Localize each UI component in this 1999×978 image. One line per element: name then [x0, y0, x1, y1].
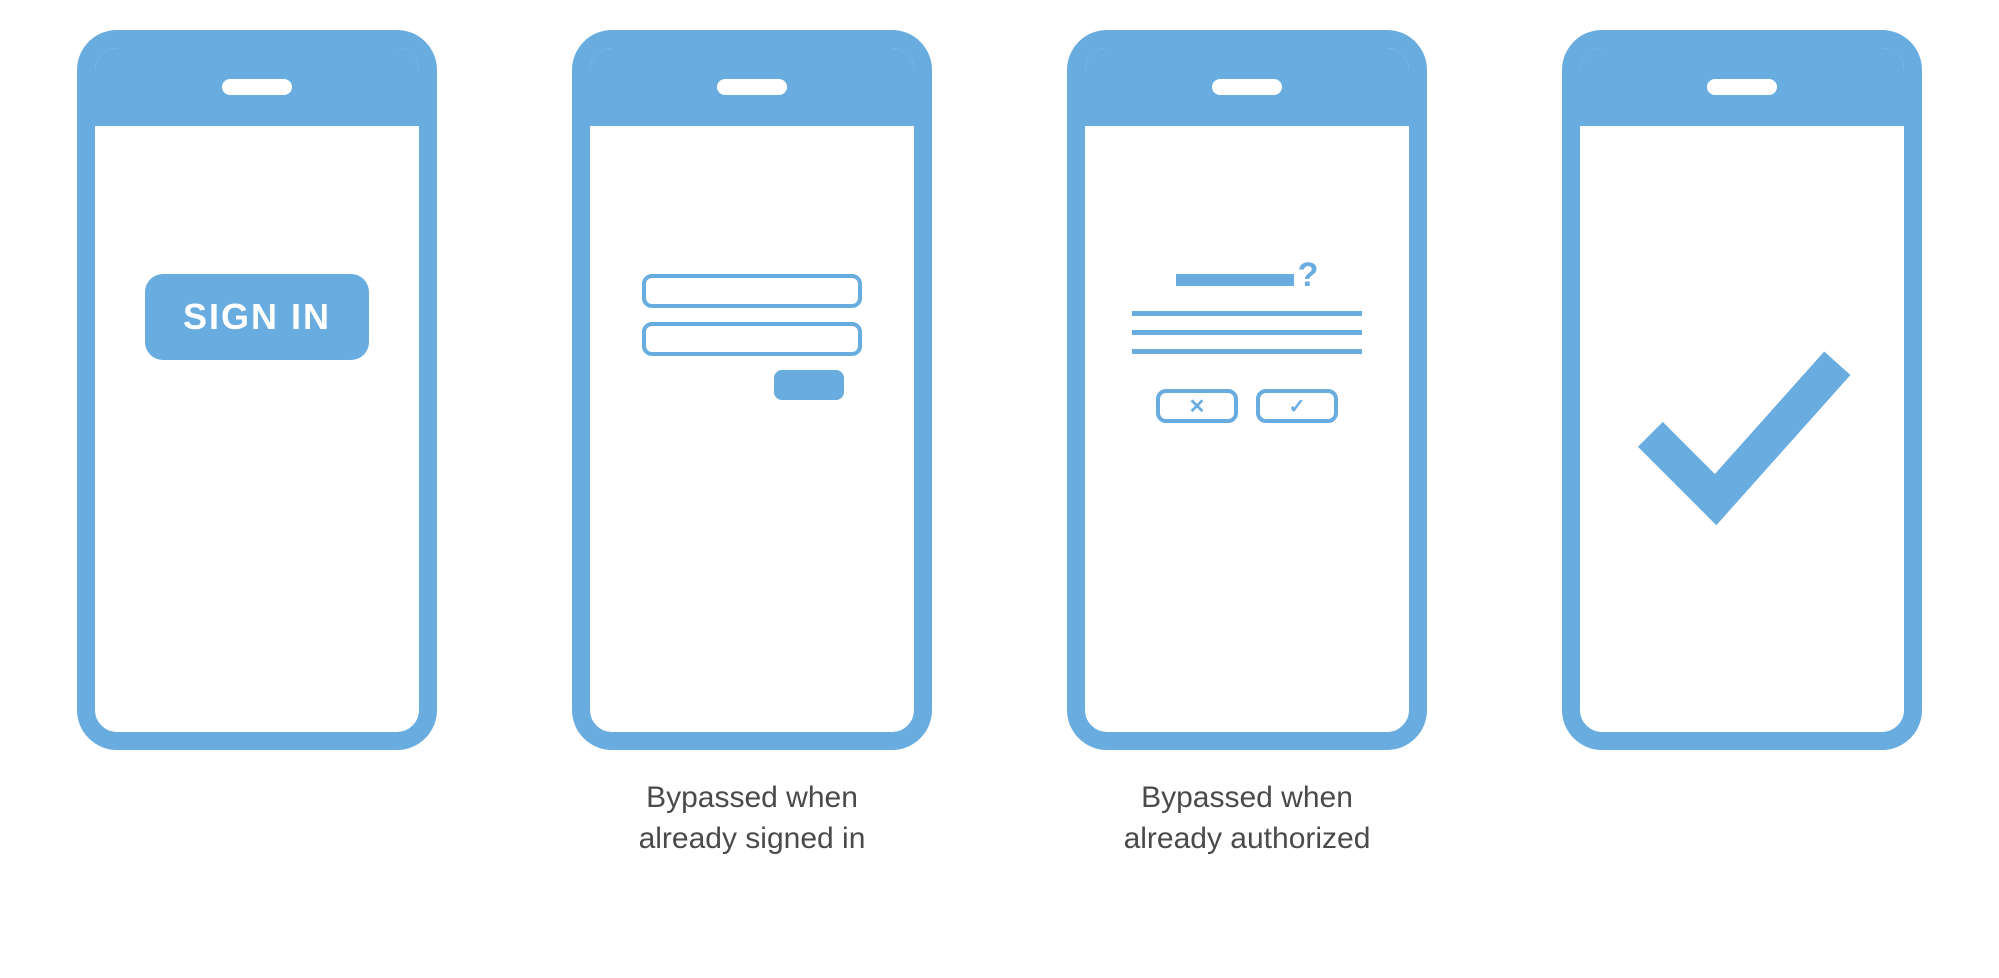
allow-button[interactable]: ✓ [1256, 389, 1338, 423]
phone-bezel-top [95, 48, 419, 126]
step-signin: SIGN IN [40, 30, 475, 860]
username-field[interactable] [642, 274, 862, 308]
x-icon: ✕ [1189, 394, 1206, 419]
phone-screen: SIGN IN [95, 144, 419, 732]
phone-flow-diagram: SIGN IN Bypassed whenalready signed in [40, 30, 1960, 860]
speaker-icon [1707, 79, 1777, 95]
text-line [1132, 330, 1362, 335]
phone-screen [590, 144, 914, 732]
checkmark-icon [1632, 328, 1852, 548]
phone-frame: SIGN IN [77, 30, 437, 750]
question-mark-icon: ? [1298, 264, 1319, 286]
deny-button[interactable]: ✕ [1156, 389, 1238, 423]
step-success [1525, 30, 1960, 860]
authorize-buttons: ✕ ✓ [1156, 389, 1338, 423]
phone-screen: ? ✕ ✓ [1085, 144, 1409, 732]
phone-bezel-top [590, 48, 914, 126]
step-login-form: Bypassed whenalready signed in [535, 30, 970, 860]
password-field[interactable] [642, 322, 862, 356]
phone-frame [572, 30, 932, 750]
signin-button[interactable]: SIGN IN [145, 274, 369, 360]
prompt-heading: ? [1176, 264, 1319, 286]
check-icon: ✓ [1289, 394, 1306, 419]
speaker-icon [222, 79, 292, 95]
heading-bar [1176, 274, 1294, 286]
phone-frame: ? ✕ ✓ [1067, 30, 1427, 750]
submit-button[interactable] [774, 370, 844, 400]
step-authorize: ? ✕ ✓ Bypassed whenalready authorized [1030, 30, 1465, 860]
text-line [1132, 349, 1362, 354]
step-caption: Bypassed whenalready signed in [639, 778, 866, 860]
phone-bezel-top [1085, 48, 1409, 126]
step-caption: Bypassed whenalready authorized [1124, 778, 1371, 860]
text-line [1132, 311, 1362, 316]
speaker-icon [717, 79, 787, 95]
phone-screen [1580, 144, 1904, 732]
speaker-icon [1212, 79, 1282, 95]
phone-frame [1562, 30, 1922, 750]
phone-bezel-top [1580, 48, 1904, 126]
